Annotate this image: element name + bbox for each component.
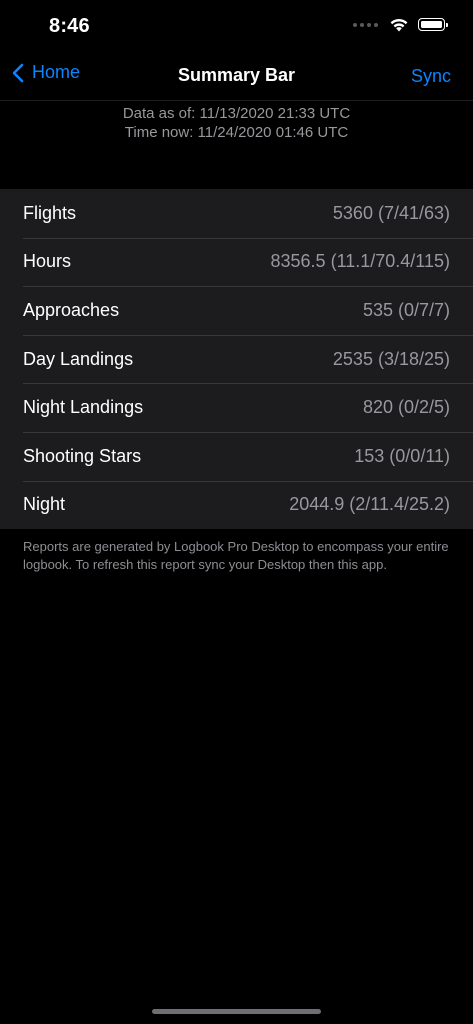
row-value: 8356.5 (11.1/70.4/115): [270, 251, 450, 272]
summary-row-night-landings: Night Landings 820 (0/2/5): [0, 383, 473, 432]
row-value: 2535 (3/18/25): [332, 348, 450, 369]
row-label: Day Landings: [23, 348, 134, 369]
row-value: 2044.9 (2/11.4/25.2): [289, 494, 450, 515]
time-now-text: Time now: 11/24/2020 01:46 UTC: [124, 124, 349, 141]
data-timestamp-info: Data as of: 11/13/2020 21:33 UTC Time no…: [0, 104, 473, 142]
cellular-signal-icon: [353, 22, 378, 27]
wifi-icon: [390, 19, 408, 32]
row-label: Flights: [23, 202, 77, 223]
row-value: 153 (0/0/11): [354, 445, 450, 466]
report-footer-note: Reports are generated by Logbook Pro Des…: [23, 539, 449, 572]
back-button-label: Home: [32, 62, 81, 82]
summary-row-flights: Flights 5360 (7/41/63): [0, 189, 473, 238]
row-label: Night: [23, 494, 66, 515]
row-label: Hours: [23, 251, 72, 272]
battery-icon: [418, 18, 448, 31]
summary-row-shooting-stars: Shooting Stars 153 (0/0/11): [0, 431, 473, 481]
row-label: Night Landings: [23, 397, 144, 418]
summary-table: Flights 5360 (7/41/63) Hours 8356.5 (11.…: [0, 189, 473, 530]
summary-row-approaches: Approaches 535 (0/7/7): [0, 286, 473, 335]
sync-button[interactable]: Sync: [411, 66, 451, 87]
summary-row-hours: Hours 8356.5 (11.1/70.4/115): [0, 237, 473, 287]
status-time: 8:46: [49, 15, 90, 37]
row-label: Shooting Stars: [23, 445, 142, 466]
navigation-bar: Home Summary Bar Sync: [0, 54, 473, 101]
row-value: 820 (0/2/5): [362, 397, 450, 418]
summary-row-night: Night 2044.9 (2/11.4/25.2): [0, 480, 473, 530]
row-value: 535 (0/7/7): [362, 299, 450, 320]
back-button[interactable]: Home: [12, 62, 80, 83]
home-indicator[interactable]: [152, 1009, 321, 1014]
status-bar: 8:46: [0, 0, 473, 54]
data-as-of-text: Data as of: 11/13/2020 21:33 UTC: [122, 105, 351, 122]
row-value: 5360 (7/41/63): [332, 202, 450, 223]
chevron-left-icon: [12, 63, 24, 82]
row-label: Approaches: [23, 299, 120, 320]
status-indicators: [353, 17, 448, 32]
summary-row-day-landings: Day Landings 2535 (3/18/25): [0, 334, 473, 384]
